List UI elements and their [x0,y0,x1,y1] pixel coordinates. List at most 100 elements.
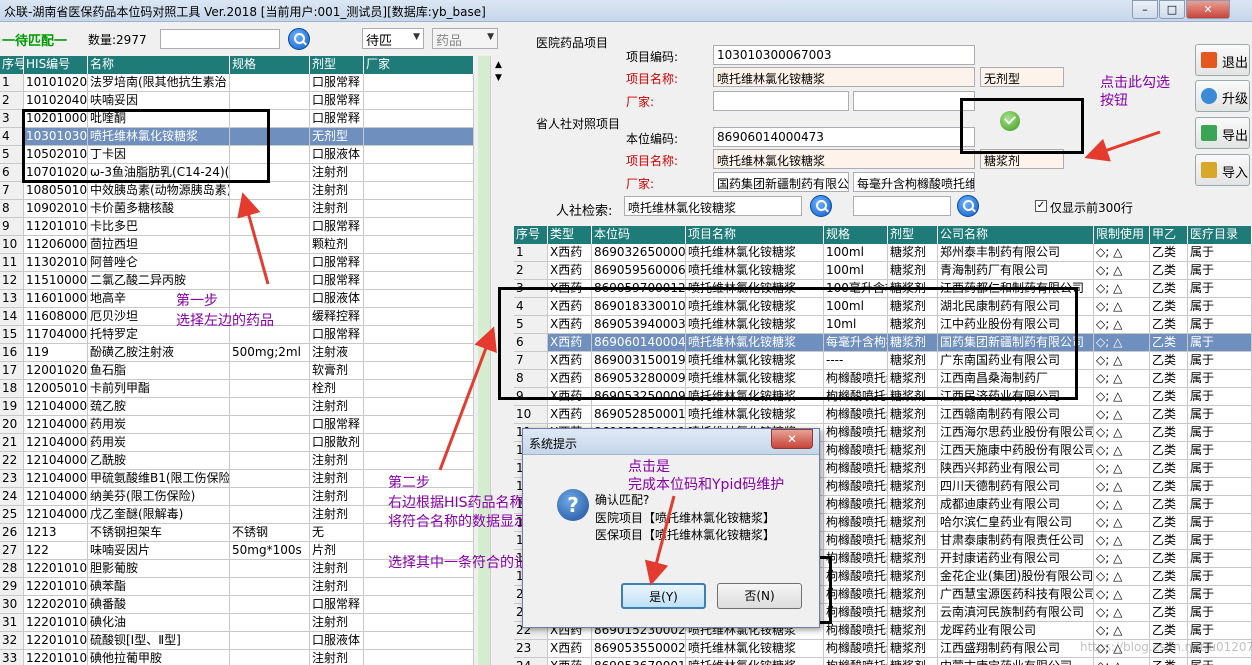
import-button[interactable]: 导入 [1195,154,1250,186]
table-row[interactable]: 301220201000碘番酸 口服常释 [0,596,474,614]
table-row[interactable]: 331220101000碘他拉葡甲胺 注射剂 [0,650,474,665]
type-select[interactable]: 药品 ▼ [432,28,498,49]
table-row[interactable]: 11010102000法罗培南(限其他抗生素治 口服常释 [0,74,474,92]
table-cell: 甘肃泰康制药有限责任公司 [938,532,1094,550]
table-cell: 龙晖药业有限公司 [938,622,1094,640]
column-header[interactable]: 规格 [230,56,310,74]
no-button[interactable]: 否(N) [717,583,802,609]
table-row[interactable]: 191210400000巯乙胺 注射剂 [0,398,474,416]
column-header[interactable]: 本位码 [592,226,686,244]
insurance-search-button-2[interactable] [957,195,979,217]
table-row[interactable]: 101120600000茴拉西坦 颗粒剂 [0,236,474,254]
table-cell: 1210400000 [24,506,88,524]
table-row[interactable]: 121151000000二氯乙酸二异丙胺 口服常释 [0,272,474,290]
table-cell: 成都迪康药业有限公司 [938,496,1094,514]
left-search-input[interactable] [160,29,280,49]
left-search-button[interactable] [288,28,310,50]
table-row[interactable]: 21010204000呋喃妥因 口服常释 [0,92,474,110]
table-cell [364,362,474,380]
column-header[interactable]: 序号 [514,226,548,244]
import-label: 导入 [1222,166,1249,181]
export-button[interactable]: 导出 [1195,117,1250,149]
column-header[interactable]: 甲乙 [1150,226,1188,244]
column-header[interactable]: 规格 [824,226,888,244]
table-row[interactable]: 221210400000乙酰胺 注射剂 [0,452,474,470]
annotation-box-left [22,109,270,183]
table-cell [364,272,474,290]
table-row[interactable]: 10X西药86905285000144喷托维林氯化铵糖浆枸橼酸喷托维糖浆剂江西赣… [514,406,1252,424]
province-code-field[interactable]: 86906014000473 [713,127,975,147]
splitter[interactable] [478,56,490,665]
insurance-search-input[interactable]: 喷托维林氯化铵糖浆 [624,196,802,216]
dialog-close-button[interactable]: ✕ [771,429,813,449]
insurance-search-button[interactable] [810,195,832,217]
status-select[interactable]: 待匹 ▼ [362,28,424,49]
table-cell: 28 [0,560,24,578]
table-cell: X西药 [548,406,592,424]
table-cell: 糖浆剂 [888,496,938,514]
table-cell [230,362,310,380]
insurance-search-input-2[interactable] [853,196,951,216]
table-row[interactable]: 91120101010卡比多巴 口服常释 [0,218,474,236]
column-header[interactable]: 剂型 [310,56,364,74]
table-row[interactable]: 2X西药86905956000671喷托维林氯化铵糖浆100ml糖浆剂青海制药厂… [514,262,1252,280]
column-header[interactable]: 厂家 [364,56,474,74]
exit-button[interactable]: 退出 [1195,44,1250,76]
table-row[interactable]: 181200501000卡前列甲酯 栓剂 [0,380,474,398]
column-header[interactable]: 序号 [0,56,24,74]
table-row[interactable]: 201210400000药用炭 口服常释 [0,416,474,434]
table-cell [364,218,474,236]
table-cell: 云南滇河民族制药有限公司 [938,604,1094,622]
table-cell: 糖浆剂 [888,568,938,586]
table-row[interactable]: 1X西药86903265000061喷托维林氯化铵糖浆100ml糖浆剂郑州泰丰制… [514,244,1252,262]
minimize-button[interactable]: – [1132,0,1158,19]
only300-checkbox[interactable]: ✓ [1035,200,1047,212]
hospital-spec-field[interactable] [853,91,975,111]
table-row[interactable]: 131160100000地高辛口服液体 [0,290,474,308]
table-cell: 属于 [1188,514,1252,532]
table-row[interactable]: 24X西药86905367000148喷托维林氯化铵糖浆枸橼酸喷托维糖浆剂内蒙古… [514,658,1252,665]
table-row[interactable]: 311220101000碘化油 注射剂 [0,614,474,632]
table-cell: 30 [0,596,24,614]
hospital-maker-field[interactable] [713,91,849,111]
hospital-form-field[interactable]: 无剂型 [980,67,1064,87]
table-row[interactable]: 171200102020鱼石脂 软膏剂 [0,362,474,380]
step1-title: 第一步 [176,293,218,309]
table-cell: 枸橼酸喷托维 [824,496,888,514]
scroll-up-icon[interactable]: ▲ [495,60,502,70]
table-row[interactable]: 111130201000阿普唑仑 口服常释 [0,254,474,272]
table-row[interactable]: 321220101000硫酸钡[Ⅰ型、Ⅱ型] 口服液体 [0,632,474,650]
column-header[interactable]: HIS编号 [24,56,88,74]
table-cell: 119 [24,344,88,362]
close-button[interactable]: ✕ [1186,0,1230,19]
province-name-field[interactable]: 喷托维林氯化铵糖浆 [713,149,975,169]
yes-button[interactable]: 是(Y) [621,583,706,609]
table-cell: 卡比多巴 [88,218,230,236]
hospital-code-field[interactable]: 103010300067003 [713,45,975,65]
table-cell: 属于 [1188,370,1252,388]
province-spec-field[interactable]: 每毫升含枸橼酸喷托维 [853,172,975,192]
column-header[interactable]: 公司名称 [938,226,1094,244]
table-cell: 无 [310,524,364,542]
table-cell: 1120600000 [24,236,88,254]
scroll-down-icon[interactable]: ▼ [495,73,502,83]
upgrade-button[interactable]: 升级 [1195,80,1250,112]
table-cell: 属于 [1188,658,1252,665]
table-row[interactable]: 81090201000卡价菌多糖核酸 注射剂 [0,200,474,218]
table-row[interactable]: 291220101000碘苯酯 注射剂 [0,578,474,596]
table-row[interactable]: 211210400000药用炭 口服散剂 [0,434,474,452]
column-header[interactable]: 剂型 [888,226,938,244]
column-header[interactable]: 医疗目录 [1188,226,1252,244]
table-row[interactable]: 16 119 酚磺乙胺注射液 500mg;2ml 注射液 [0,344,474,362]
province-code-label: 本位编码: [626,132,679,146]
column-header[interactable]: 项目名称 [686,226,824,244]
column-header[interactable]: 限制使用 [1094,226,1150,244]
column-header[interactable]: 类型 [548,226,592,244]
table-row[interactable]: 71080501000中效胰岛素(动物源胰岛素) 注射剂 [0,182,474,200]
hospital-name-field[interactable]: 喷托维林氯化铵糖浆 [713,67,975,87]
column-header[interactable]: 名称 [88,56,230,74]
province-maker-field[interactable]: 国药集团新疆制药有限公 [713,172,849,192]
table-cell: 乙类 [1150,406,1188,424]
table-cell: 乙类 [1150,460,1188,478]
maximize-button[interactable]: □ [1159,0,1185,19]
